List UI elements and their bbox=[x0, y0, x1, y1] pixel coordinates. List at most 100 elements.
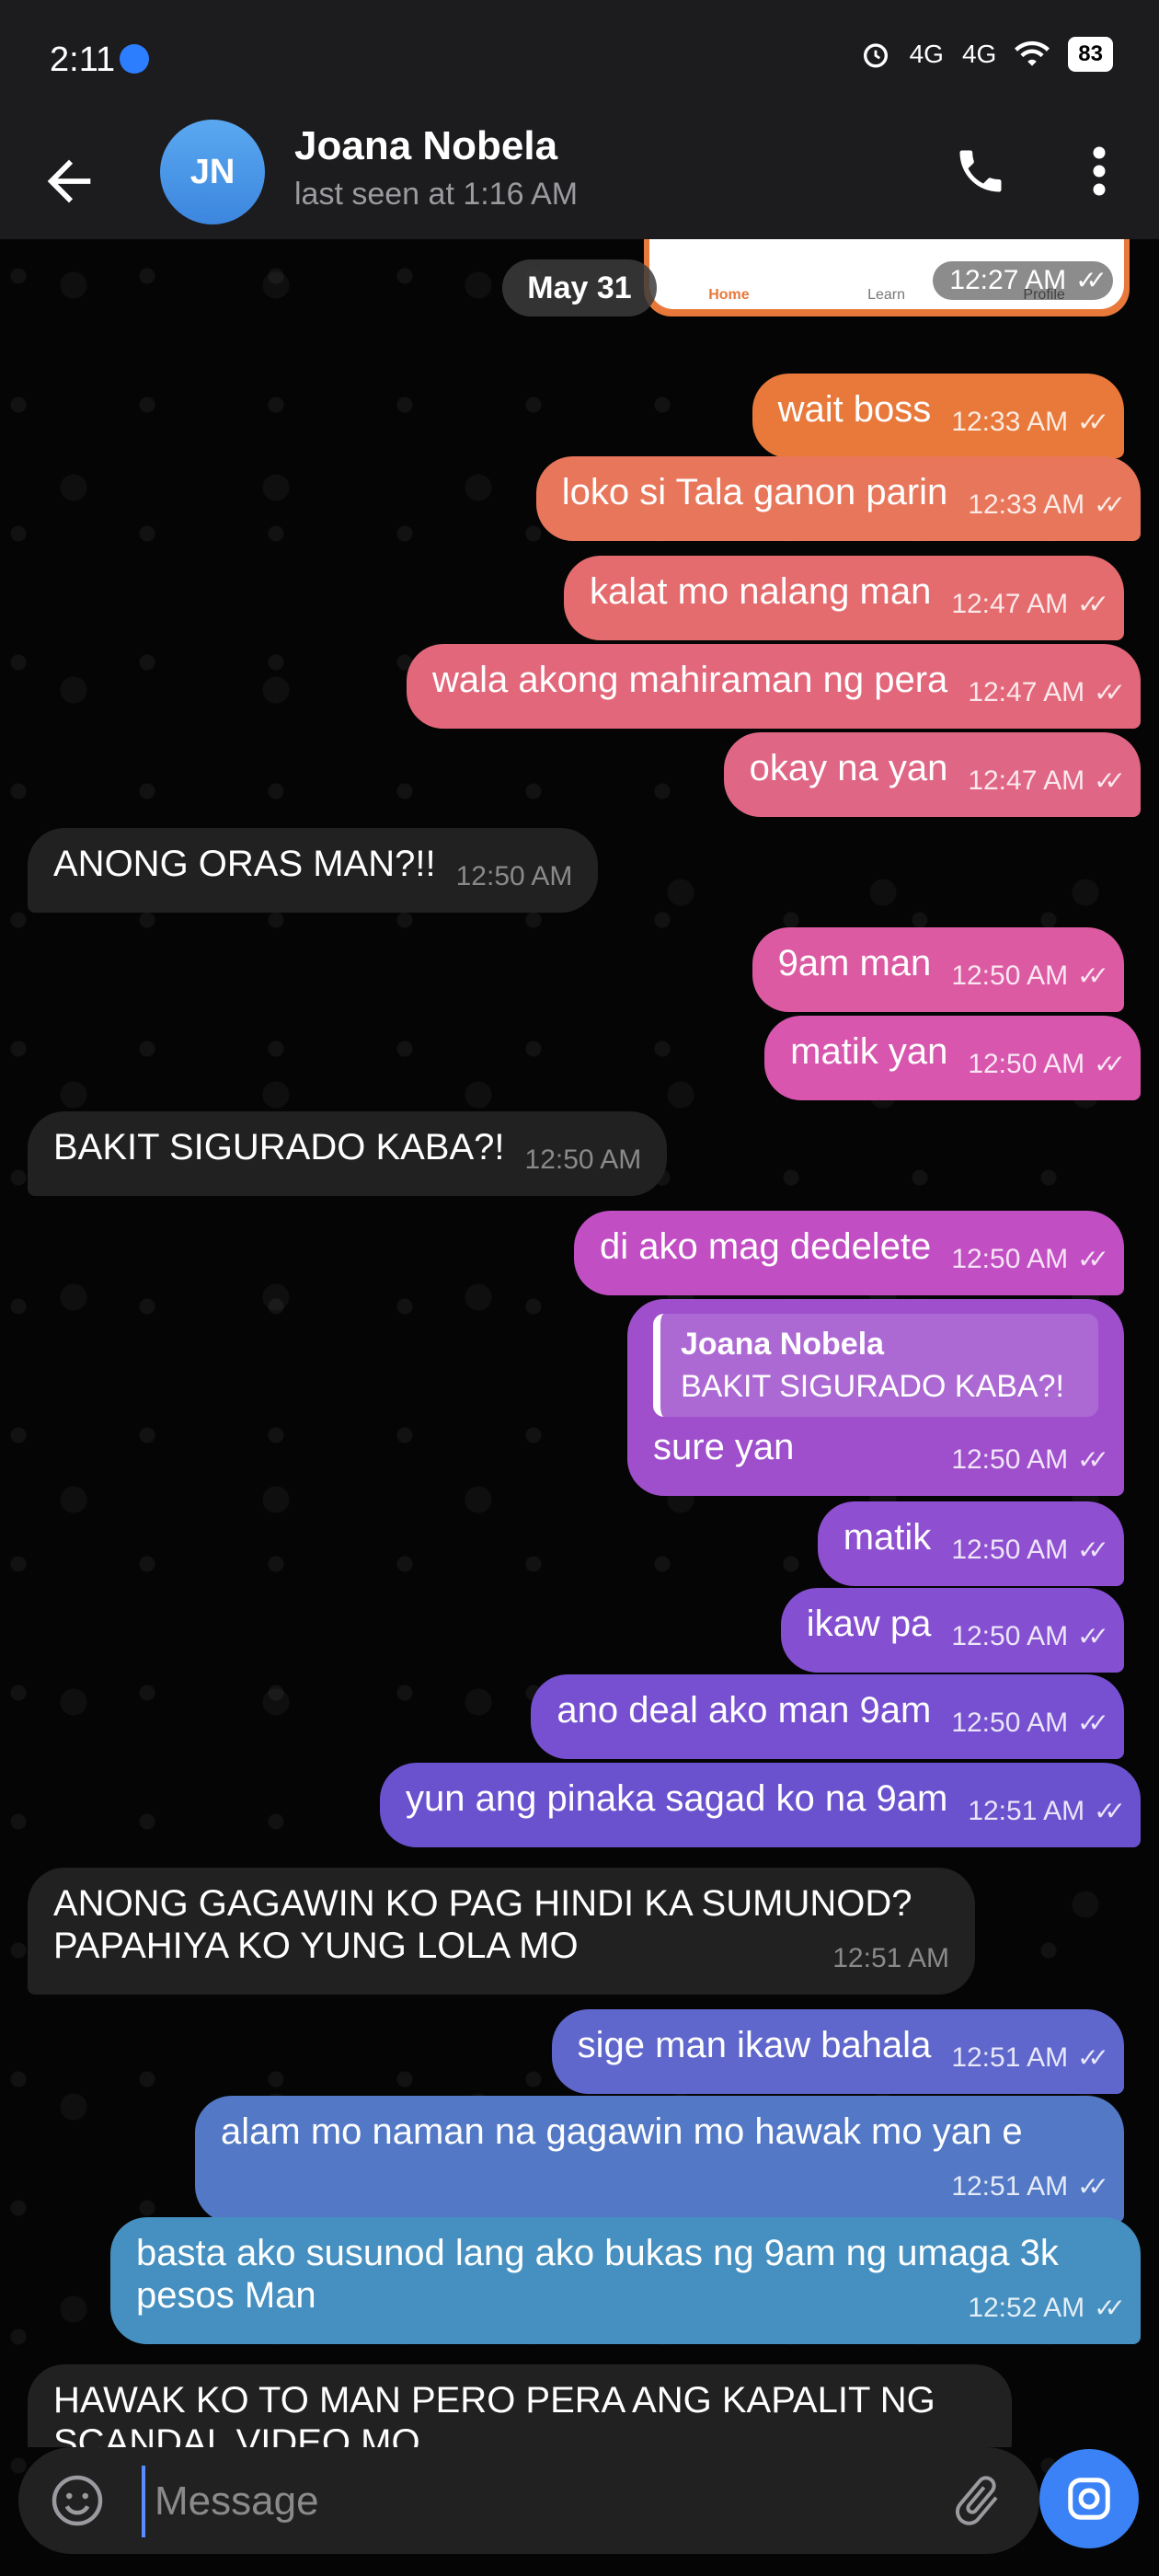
message-time: 12:50 AM bbox=[455, 861, 573, 891]
image-preview: Home Learn Profile 12:27 AM ✓✓ bbox=[649, 239, 1124, 309]
read-receipt-icon: ✓✓ bbox=[1077, 1622, 1109, 1650]
message-text: kalat mo nalang man bbox=[589, 571, 932, 612]
outgoing-message-bubble[interactable]: okay na yan 12:47 AM ✓✓ bbox=[723, 732, 1141, 817]
preview-tab-learn: Learn bbox=[867, 287, 905, 303]
incoming-message-bubble[interactable]: ANONG ORAS MAN?!! 12:50 AM bbox=[28, 828, 599, 913]
date-separator: May 31 bbox=[502, 259, 657, 316]
message-time: 12:33 AM ✓✓ bbox=[951, 401, 1109, 443]
outgoing-message-bubble[interactable]: kalat mo nalang man 12:47 AM ✓✓ bbox=[563, 556, 1124, 640]
status-icons: 4G 4G 83 bbox=[860, 37, 1113, 72]
emoji-icon[interactable] bbox=[50, 2473, 105, 2528]
outgoing-message-bubble[interactable]: alam mo naman na gagawin mo hawak mo yan… bbox=[195, 2096, 1124, 2223]
outgoing-message-bubble[interactable]: di ako mag dedelete 12:50 AM ✓✓ bbox=[574, 1211, 1124, 1295]
alarm-icon bbox=[863, 43, 888, 68]
read-receipt-icon: ✓✓ bbox=[1077, 961, 1109, 990]
outgoing-message-bubble[interactable]: ano deal ako man 9am 12:50 AM ✓✓ bbox=[531, 1674, 1124, 1759]
preview-tab-home: Home bbox=[708, 287, 750, 303]
read-receipt-icon: ✓✓ bbox=[1077, 590, 1109, 618]
read-receipt-icon: ✓✓ bbox=[1094, 678, 1126, 707]
camera-button[interactable] bbox=[1039, 2449, 1139, 2548]
last-seen-status: last seen at 1:16 AM bbox=[294, 177, 579, 212]
read-receipt-icon: ✓✓ bbox=[1077, 2172, 1109, 2201]
more-options-icon[interactable] bbox=[1085, 144, 1113, 199]
back-arrow-icon[interactable] bbox=[37, 149, 101, 213]
message-time: 12:50 AM ✓✓ bbox=[951, 1529, 1109, 1571]
read-receipt-icon: ✓✓ bbox=[1094, 2294, 1126, 2322]
message-text: ano deal ako man 9am bbox=[557, 1690, 932, 1731]
message-list[interactable]: Home Learn Profile 12:27 AM ✓✓ May 31 wai… bbox=[0, 239, 1159, 2447]
message-time: 12:51 AM ✓✓ bbox=[951, 2037, 1109, 2079]
message-text: BAKIT SIGURADO KABA?! bbox=[53, 1127, 505, 1167]
message-text: di ako mag dedelete bbox=[600, 1226, 932, 1267]
message-text: alam mo naman na gagawin mo hawak mo yan… bbox=[221, 2111, 1023, 2152]
message-text: ANONG ORAS MAN?!! bbox=[53, 844, 436, 884]
network-4g-indicator-2: 4G bbox=[961, 40, 997, 68]
outgoing-message-bubble[interactable]: basta ako susunod lang ako bukas ng 9am … bbox=[110, 2217, 1141, 2344]
message-time: 12:50 AM ✓✓ bbox=[951, 1616, 1109, 1658]
contact-avatar[interactable]: JN bbox=[160, 120, 265, 224]
message-text: ikaw pa bbox=[806, 1604, 932, 1644]
message-time: 12:50 AM ✓✓ bbox=[968, 1043, 1126, 1086]
message-text: wala akong mahiraman ng pera bbox=[431, 660, 948, 700]
message-text: matik bbox=[843, 1517, 932, 1558]
outgoing-message-bubble[interactable]: 9am man 12:50 AM ✓✓ bbox=[752, 927, 1124, 1012]
message-time: 12:51 AM ✓✓ bbox=[968, 1790, 1126, 1833]
avatar-initials: JN bbox=[189, 152, 235, 191]
reply-quote[interactable]: Joana Nobela BAKIT SIGURADO KABA?! bbox=[653, 1314, 1098, 1417]
outgoing-message-bubble[interactable]: matik 12:50 AM ✓✓ bbox=[817, 1501, 1124, 1586]
network-4g-indicator: 4G bbox=[909, 40, 944, 68]
wifi-icon bbox=[1015, 40, 1050, 66]
image-message[interactable]: Home Learn Profile 12:27 AM ✓✓ bbox=[644, 239, 1130, 316]
battery-indicator: 83 bbox=[1068, 37, 1113, 72]
image-message-time: 12:27 AM ✓✓ bbox=[933, 261, 1113, 300]
incoming-message-bubble[interactable]: ANONG GAGAWIN KO PAG HINDI KA SUMUNOD? P… bbox=[28, 1868, 975, 1995]
chat-header: JN Joana Nobela last seen at 1:16 AM bbox=[0, 120, 1159, 239]
outgoing-message-bubble[interactable]: ikaw pa 12:50 AM ✓✓ bbox=[780, 1588, 1124, 1673]
message-time: 12:47 AM ✓✓ bbox=[968, 672, 1126, 714]
read-receipt-icon: ✓✓ bbox=[1094, 490, 1126, 519]
message-time: 12:33 AM ✓✓ bbox=[968, 484, 1126, 526]
outgoing-message-bubble[interactable]: yun ang pinaka sagad ko na 9am 12:51 AM ✓✓ bbox=[379, 1763, 1141, 1847]
message-time: 12:47 AM ✓✓ bbox=[951, 583, 1109, 626]
read-receipt-icon: ✓✓ bbox=[1077, 1245, 1109, 1273]
read-receipt-icon: ✓✓ bbox=[1077, 408, 1109, 436]
outgoing-message-bubble[interactable]: matik yan 12:50 AM ✓✓ bbox=[764, 1016, 1141, 1100]
read-receipt-icon: ✓✓ bbox=[1077, 1535, 1109, 1564]
message-text: loko si Tala ganon parin bbox=[561, 472, 948, 512]
read-receipt-icon: ✓✓ bbox=[1094, 1050, 1126, 1078]
incoming-message-bubble[interactable]: BAKIT SIGURADO KABA?! 12:50 AM bbox=[28, 1111, 668, 1196]
messenger-notification-icon bbox=[120, 44, 149, 74]
message-text: yun ang pinaka sagad ko na 9am bbox=[405, 1778, 948, 1819]
message-time: 12:50 AM ✓✓ bbox=[951, 1238, 1109, 1281]
message-text: wait boss bbox=[777, 389, 932, 430]
read-receipt-icon: ✓✓ bbox=[1094, 1797, 1126, 1825]
camera-icon bbox=[1068, 2478, 1110, 2520]
message-time: 12:51 AM bbox=[832, 1943, 949, 1973]
message-time: 12:50 AM ✓✓ bbox=[951, 1439, 1109, 1481]
message-text: sure yan bbox=[653, 1427, 795, 1467]
read-receipt-icon: ✓✓ bbox=[1077, 2043, 1109, 2072]
reply-quote-text: BAKIT SIGURADO KABA?! bbox=[681, 1369, 1064, 1404]
message-text: matik yan bbox=[790, 1031, 948, 1072]
message-text: ANONG GAGAWIN KO PAG HINDI KA SUMUNOD? P… bbox=[53, 1883, 912, 1966]
message-time: 12:51 AM ✓✓ bbox=[951, 2166, 1109, 2208]
outgoing-message-bubble[interactable]: wait boss 12:33 AM ✓✓ bbox=[752, 374, 1124, 458]
message-input[interactable] bbox=[142, 2466, 929, 2537]
phone-call-icon[interactable] bbox=[953, 144, 1008, 199]
message-time: 12:52 AM ✓✓ bbox=[968, 2287, 1126, 2329]
outgoing-message-bubble[interactable]: Joana Nobela BAKIT SIGURADO KABA?! sure ya… bbox=[627, 1299, 1124, 1496]
attach-icon[interactable] bbox=[947, 2471, 1006, 2530]
outgoing-message-bubble[interactable]: sige man ikaw bahala 12:51 AM ✓✓ bbox=[551, 2009, 1124, 2094]
message-text: 9am man bbox=[777, 943, 932, 983]
outgoing-message-bubble[interactable]: wala akong mahiraman ng pera 12:47 AM ✓✓ bbox=[406, 644, 1141, 729]
message-time: 12:47 AM ✓✓ bbox=[968, 760, 1126, 802]
message-time: 12:50 AM ✓✓ bbox=[951, 955, 1109, 997]
incoming-message-bubble[interactable]: HAWAK KO TO MAN PERO PERA ANG KAPALIT NG… bbox=[28, 2364, 1012, 2447]
message-text: okay na yan bbox=[749, 748, 948, 788]
outgoing-message-bubble[interactable]: loko si Tala ganon parin 12:33 AM ✓✓ bbox=[535, 456, 1141, 541]
message-text: HAWAK KO TO MAN PERO PERA ANG KAPALIT NG… bbox=[53, 2380, 935, 2447]
contact-name[interactable]: Joana Nobela bbox=[294, 123, 557, 169]
message-text: sige man ikaw bahala bbox=[577, 2025, 932, 2065]
status-bar: 2:11 4G 4G 83 bbox=[0, 0, 1159, 120]
composer-bar bbox=[18, 2447, 1039, 2554]
